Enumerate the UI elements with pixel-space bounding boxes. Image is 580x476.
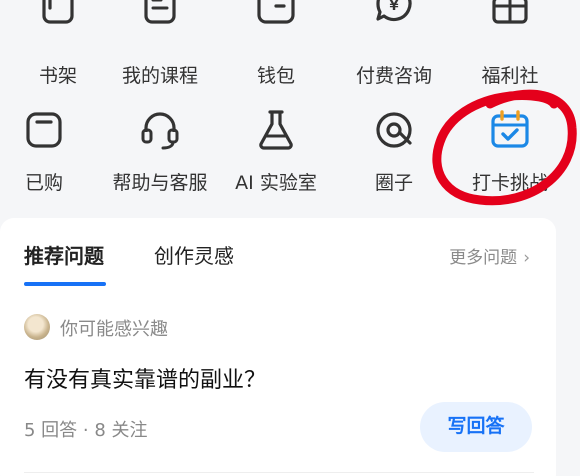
interest-label: 你可能感兴趣 <box>60 319 168 340</box>
flask-icon <box>254 108 298 152</box>
tab-creative-inspiration[interactable]: 创作灵感 <box>154 240 234 269</box>
avatar <box>24 314 50 340</box>
chevron-right-icon: › <box>523 248 530 268</box>
grid-item-label: 圈子 <box>374 172 413 194</box>
grid-item-label: 福利社 <box>481 65 539 87</box>
tab-recommended-questions[interactable]: 推荐问题 <box>24 240 104 269</box>
wallet-icon <box>254 0 298 28</box>
question-title[interactable]: 有没有真实靠谱的副业？ <box>24 362 266 394</box>
question-tabs: 推荐问题 创作灵感 更多问题 › <box>0 218 556 288</box>
paid-consult-icon: ¥ <box>372 0 416 28</box>
headset-icon <box>138 108 182 152</box>
purchased-icon <box>22 108 66 152</box>
grid-item-label: 帮助与客服 <box>112 172 208 194</box>
circle-icon <box>372 108 416 152</box>
feature-grid: 书架 我的课程 钱包 ¥ 付费咨询 福利社 已购 帮助与客服 AI 实验室 圈子… <box>0 0 580 215</box>
write-answer-button[interactable]: 写回答 <box>420 402 532 452</box>
question-card: 推荐问题 创作灵感 更多问题 › 你可能感兴趣 有没有真实靠谱的副业？ 5 回答 … <box>0 218 556 476</box>
gift-icon <box>488 0 532 28</box>
more-questions-link[interactable]: 更多问题 › <box>449 243 530 268</box>
grid-item-label: 已购 <box>24 172 63 194</box>
question-stats: 5 回答 · 8 关注 <box>24 420 148 441</box>
divider <box>24 472 534 473</box>
course-icon <box>138 0 182 28</box>
checkin-calendar-icon <box>488 108 532 152</box>
more-questions-label: 更多问题 <box>449 248 518 268</box>
grid-item-label: 打卡挑战 <box>471 172 548 194</box>
grid-item-label: 我的课程 <box>121 65 198 87</box>
profile-page: 书架 我的课程 钱包 ¥ 付费咨询 福利社 已购 帮助与客服 AI 实验室 圈子… <box>0 0 580 476</box>
grid-item-label: 付费咨询 <box>355 65 432 87</box>
grid-item-label: AI 实验室 <box>235 172 317 194</box>
bookshelf-icon <box>36 0 80 28</box>
grid-item-label: 钱包 <box>256 65 295 87</box>
grid-item-label: 书架 <box>38 65 77 87</box>
svg-text:¥: ¥ <box>389 0 398 14</box>
active-tab-indicator <box>24 282 106 286</box>
